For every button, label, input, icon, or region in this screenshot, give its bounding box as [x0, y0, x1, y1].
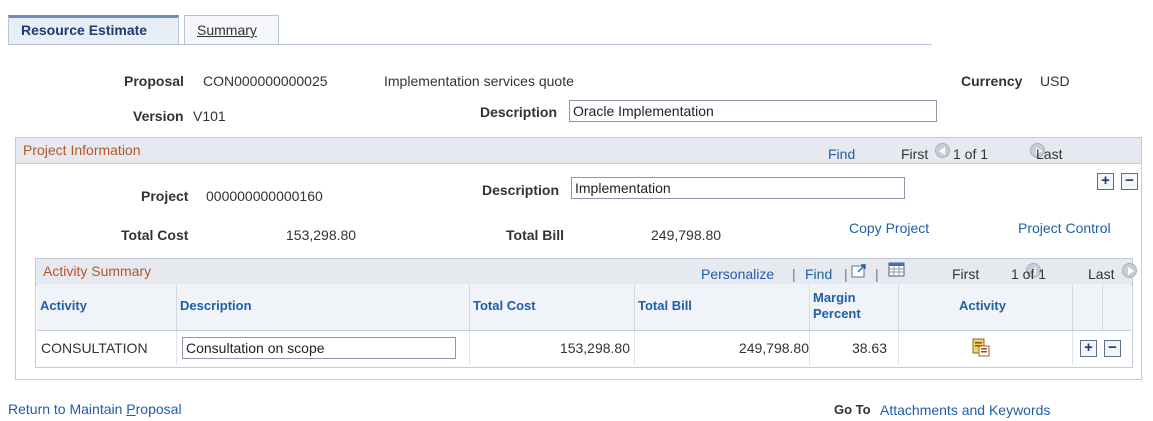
column-total-cost-label: Total Cost [473, 298, 536, 313]
column-activity[interactable]: Activity [37, 284, 177, 330]
new-window-icon[interactable] [851, 263, 868, 279]
add-project-button[interactable]: + [1097, 173, 1114, 190]
column-total-bill-label: Total Bill [638, 298, 692, 313]
total-bill-value: 249,798.80 [651, 227, 722, 243]
project-description-field[interactable]: Implementation [571, 177, 905, 199]
activity-detail-icon[interactable] [972, 338, 991, 357]
project-find-link[interactable]: Find [828, 146, 855, 162]
proposal-value: CON000000000025 [203, 73, 328, 89]
go-to-label: Go To [834, 402, 871, 417]
grid-download-icon[interactable] [888, 262, 906, 278]
project-last-label: Last [1036, 146, 1063, 162]
project-control-link[interactable]: Project Control [1018, 220, 1111, 236]
column-activity-detail: Activity [899, 284, 1073, 330]
project-count: 1 of 1 [953, 146, 989, 162]
row-description-field[interactable]: Consultation on scope [182, 337, 456, 359]
personalize-link[interactable]: Personalize [701, 266, 774, 282]
column-activity-label: Activity [40, 298, 87, 313]
grid-last-label: Last [1088, 266, 1115, 282]
grid-separator: | [792, 266, 796, 282]
version-value: V101 [193, 108, 226, 124]
tab-summary[interactable]: Summary [184, 15, 279, 44]
grid-separator: | [875, 266, 879, 282]
return-link-suffix: roposal [135, 401, 182, 417]
project-first-label: First [901, 146, 929, 162]
row-total-cost-cell: 153,298.80 [470, 331, 635, 365]
project-label: Project [141, 188, 189, 204]
currency-value: USD [1040, 73, 1070, 89]
proposal-label: Proposal [124, 73, 184, 89]
row-total-bill: 249,798.80 [738, 340, 809, 356]
row-margin: 38.63 [851, 340, 887, 356]
tab-summary-label: Summary [197, 22, 257, 38]
tab-divider [8, 44, 932, 45]
remove-row-button[interactable]: − [1104, 340, 1121, 357]
row-description-cell: Consultation on scope [177, 331, 470, 365]
description-label: Description [480, 104, 558, 120]
column-add [1073, 284, 1103, 330]
proposal-description-field[interactable]: Oracle Implementation [569, 100, 937, 122]
column-activity-detail-label: Activity [959, 298, 1006, 313]
activity-summary-title: Activity Summary [43, 263, 152, 279]
project-value: 000000000000160 [206, 188, 323, 204]
right-arrow-circle-icon[interactable] [1121, 263, 1137, 278]
attachments-and-keywords-link[interactable]: Attachments and Keywords [880, 402, 1050, 418]
row-total-bill-cell: 249,798.80 [635, 331, 810, 365]
tab-resource-estimate[interactable]: Resource Estimate [8, 15, 179, 44]
remove-project-button[interactable]: − [1121, 173, 1138, 190]
total-bill-label: Total Bill [506, 227, 565, 243]
return-to-maintain-proposal-link[interactable]: Return to Maintain Proposal [8, 401, 182, 417]
row-activity-detail-cell [899, 331, 1073, 365]
row-total-cost: 153,298.80 [559, 340, 630, 356]
grid-count: 1 of 1 [1011, 266, 1047, 282]
project-information-title: Project Information [23, 142, 141, 158]
grid-separator: | [844, 266, 848, 282]
grid-first-label: First [952, 266, 980, 282]
add-row-button[interactable]: + [1080, 340, 1097, 357]
table-row: CONSULTATION [37, 331, 177, 365]
return-link-mnemonic: P [126, 401, 136, 417]
column-description[interactable]: Description [177, 284, 470, 330]
column-total-cost[interactable]: Total Cost [470, 284, 635, 330]
left-arrow-circle-icon[interactable] [935, 143, 950, 158]
total-cost-label: Total Cost [121, 227, 189, 243]
return-link-prefix: Return to Maintain [8, 401, 127, 417]
column-margin-percent[interactable]: Margin Percent [810, 284, 899, 330]
row-margin-cell: 38.63 [810, 331, 899, 365]
grid-find-link[interactable]: Find [805, 266, 832, 282]
currency-label: Currency [961, 73, 1023, 89]
total-cost-value: 153,298.80 [286, 227, 357, 243]
column-description-label: Description [180, 298, 252, 313]
copy-project-link[interactable]: Copy Project [849, 220, 929, 236]
row-activity: CONSULTATION [41, 340, 148, 356]
proposal-description: Implementation services quote [384, 73, 574, 89]
project-description-label: Description [482, 182, 560, 198]
version-label: Version [133, 108, 184, 124]
column-total-bill[interactable]: Total Bill [635, 284, 810, 330]
column-margin-percent-label: Margin Percent [813, 290, 861, 321]
